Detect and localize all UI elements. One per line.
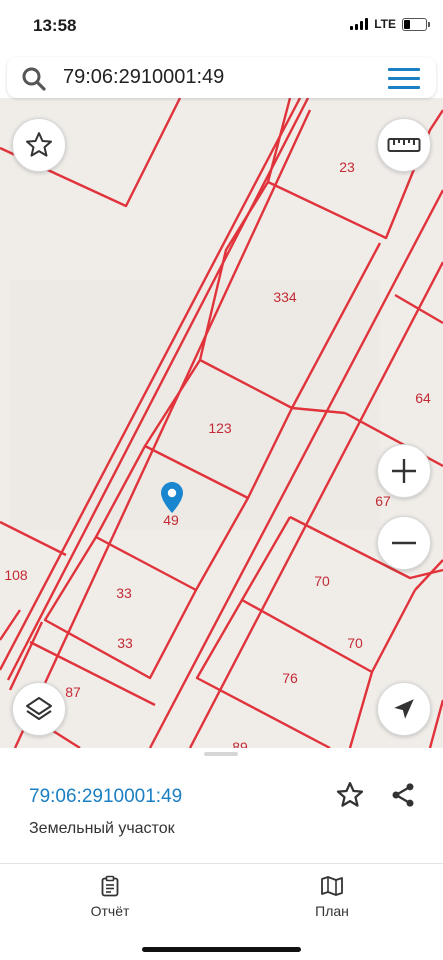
nav-plan[interactable]: План xyxy=(282,875,382,919)
search-bar[interactable]: 79:06:2910001:49 xyxy=(7,57,436,98)
home-indicator xyxy=(142,947,301,952)
favorite-map-button[interactable] xyxy=(12,118,66,172)
star-icon xyxy=(26,132,53,157)
ruler-button[interactable] xyxy=(377,118,431,172)
nav-plan-label: План xyxy=(315,903,349,919)
parcel-label: 334 xyxy=(273,289,297,305)
status-time: 13:58 xyxy=(33,16,77,35)
parcel-label: 33 xyxy=(116,585,132,601)
menu-icon[interactable] xyxy=(388,68,420,90)
parcel-map-svg[interactable]: 23 334 64 123 67 49 108 70 33 70 33 76 8… xyxy=(0,98,443,748)
nav-report[interactable]: Отчёт xyxy=(60,875,160,919)
report-clipboard-icon xyxy=(101,875,119,897)
nav-report-label: Отчёт xyxy=(90,903,130,919)
zoom-in-button[interactable] xyxy=(377,444,431,498)
parcel-label: 67 xyxy=(375,493,391,509)
status-indicators: LTE xyxy=(350,17,430,31)
signal-icon xyxy=(350,18,369,30)
locate-arrow-icon xyxy=(394,699,414,719)
parcel-label: 49 xyxy=(163,512,179,528)
parcel-info-sheet[interactable]: 79:06:2910001:49 Земельный участок Отчёт… xyxy=(0,748,443,960)
parcel-label: 76 xyxy=(282,670,298,686)
divider xyxy=(0,863,443,864)
minus-icon xyxy=(392,541,416,545)
parcel-label: 70 xyxy=(347,635,363,651)
search-icon[interactable] xyxy=(21,66,47,92)
search-input[interactable]: 79:06:2910001:49 xyxy=(63,66,224,89)
layers-button[interactable] xyxy=(12,682,66,736)
sheet-drag-handle[interactable] xyxy=(204,752,238,756)
parcel-label: 64 xyxy=(415,390,431,406)
parcel-label: 108 xyxy=(4,567,28,583)
cadastral-number[interactable]: 79:06:2910001:49 xyxy=(29,786,182,808)
zoom-out-button[interactable] xyxy=(377,516,431,570)
ruler-icon xyxy=(387,138,421,152)
locate-button[interactable] xyxy=(377,682,431,736)
battery-level xyxy=(404,19,410,29)
favorite-star-icon[interactable] xyxy=(335,780,365,810)
parcel-label: 23 xyxy=(339,159,355,175)
share-icon[interactable] xyxy=(389,780,417,810)
parcel-label: 70 xyxy=(314,573,330,589)
map-plan-icon xyxy=(321,876,343,896)
parcel-label: 33 xyxy=(117,635,133,651)
parcel-label: 89 xyxy=(232,739,248,748)
battery-icon xyxy=(402,17,430,31)
cadastral-map[interactable]: 23 334 64 123 67 49 108 70 33 70 33 76 8… xyxy=(0,98,443,748)
layers-icon xyxy=(26,697,52,720)
parcel-label: 123 xyxy=(208,420,232,436)
network-label: LTE xyxy=(374,17,396,31)
parcel-label: 87 xyxy=(65,684,81,700)
plus-icon xyxy=(392,459,416,483)
parcel-type: Земельный участок xyxy=(29,820,175,837)
status-bar: 13:58 LTE xyxy=(0,0,443,52)
